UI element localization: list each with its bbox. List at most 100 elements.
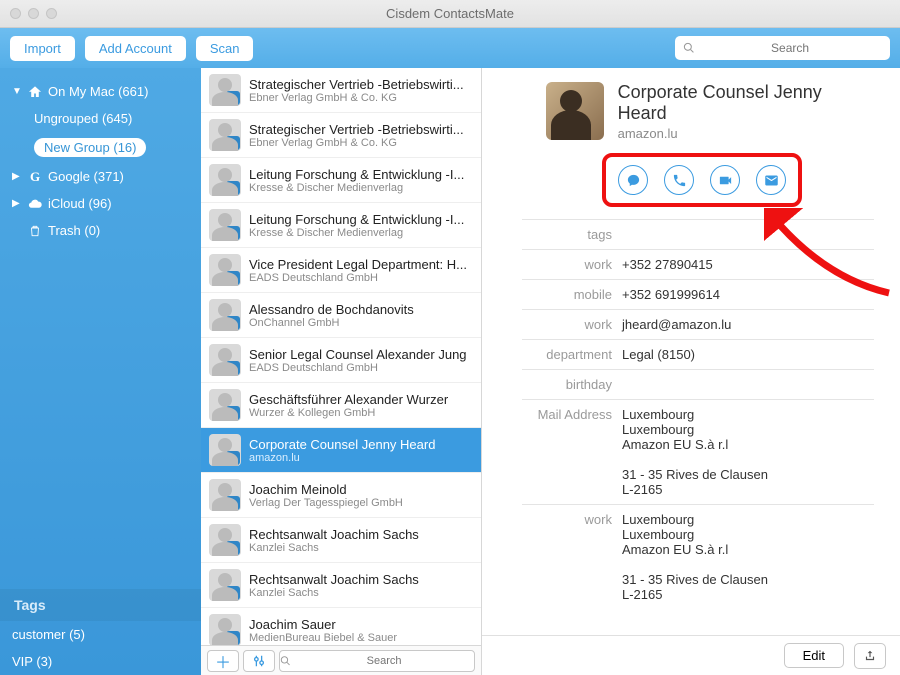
contact-photo[interactable]: [546, 82, 604, 140]
list-item-sub: Ebner Verlag GmbH & Co. KG: [249, 137, 464, 149]
list-item-name: Strategischer Vertrieb -Betriebswirti...: [249, 77, 464, 92]
share-button[interactable]: [854, 643, 886, 669]
avatar: [209, 479, 241, 511]
trash-icon: [28, 224, 42, 238]
tags-section-title: Tags: [0, 589, 201, 621]
sidebar-source-0-child-1[interactable]: New Group (16): [0, 132, 201, 163]
list-item-sub: Verlag Der Tagesspiegel GmbH: [249, 497, 403, 509]
call-button[interactable]: [664, 165, 694, 195]
list-item[interactable]: Vice President Legal Department: H...EAD…: [201, 248, 481, 293]
search-field-bottom[interactable]: [279, 650, 475, 672]
source-home-badge-icon: [226, 91, 240, 105]
field-label: work: [492, 317, 622, 332]
sidebar-source-3[interactable]: Trash (0): [0, 217, 201, 244]
list-item[interactable]: Rechtsanwalt Joachim SachsKanzlei Sachs: [201, 563, 481, 608]
list-item-name: Rechtsanwalt Joachim Sachs: [249, 572, 419, 587]
avatar: [209, 299, 241, 331]
source-home-badge-icon: [226, 631, 240, 645]
list-item-name: Leitung Forschung & Entwicklung -I...: [249, 212, 464, 227]
detail-field-3: workjheard@amazon.lu: [492, 312, 874, 337]
list-item[interactable]: Geschäftsführer Alexander WurzerWurzer &…: [201, 383, 481, 428]
detail-field-5: birthday: [492, 372, 874, 397]
scan-button[interactable]: Scan: [196, 36, 254, 61]
list-item[interactable]: Leitung Forschung & Entwicklung -I...Kre…: [201, 203, 481, 248]
list-item[interactable]: Strategischer Vertrieb -Betriebswirti...…: [201, 113, 481, 158]
list-item-sub: EADS Deutschland GmbH: [249, 362, 467, 374]
import-button[interactable]: Import: [10, 36, 75, 61]
search-field-top[interactable]: [675, 36, 890, 60]
source-home-badge-icon: [226, 316, 240, 330]
sidebar-source-0[interactable]: ▼ On My Mac (661): [0, 78, 201, 105]
search-icon: [280, 655, 290, 666]
search-input-bottom[interactable]: [294, 655, 474, 667]
avatar: [209, 524, 241, 556]
sidebar: ▼ On My Mac (661) Ungrouped (645) New Group…: [0, 68, 201, 675]
add-contact-button[interactable]: ＋: [207, 650, 239, 672]
sidebar-item-label: New Group (16): [34, 138, 146, 157]
list-item[interactable]: Joachim MeinoldVerlag Der Tagesspiegel G…: [201, 473, 481, 518]
sidebar-item-label: Ungrouped (645): [34, 111, 132, 126]
sidebar-item-label: Google (371): [48, 169, 124, 184]
message-button[interactable]: [618, 165, 648, 195]
list-item-name: Alessandro de Bochdanovits: [249, 302, 414, 317]
field-label: mobile: [492, 287, 622, 302]
list-item-name: Geschäftsführer Alexander Wurzer: [249, 392, 448, 407]
search-icon: [683, 42, 694, 54]
list-item[interactable]: Joachim SauerMedienBureau Biebel & Sauer: [201, 608, 481, 645]
sidebar-item-label: On My Mac (661): [48, 84, 148, 99]
source-home-badge-icon: [226, 136, 240, 150]
list-item[interactable]: Senior Legal Counsel Alexander JungEADS …: [201, 338, 481, 383]
sidebar-source-2[interactable]: ▶ iCloud (96): [0, 190, 201, 217]
avatar: [209, 74, 241, 106]
source-home-badge-icon: [226, 226, 240, 240]
field-value: +352 27890415: [622, 257, 713, 272]
home-icon: [28, 85, 42, 99]
google-icon: G: [28, 170, 42, 184]
detail-field-0: tags: [492, 222, 874, 247]
list-item-sub: EADS Deutschland GmbH: [249, 272, 467, 284]
avatar: [209, 434, 241, 466]
add-account-button[interactable]: Add Account: [85, 36, 186, 61]
field-label: department: [492, 347, 622, 362]
list-item[interactable]: Alessandro de BochdanovitsOnChannel GmbH: [201, 293, 481, 338]
app-title: Cisdem ContactsMate: [0, 6, 900, 21]
source-home-badge-icon: [226, 271, 240, 285]
contact-detail: Corporate Counsel Jenny Heard amazon.lu …: [482, 68, 900, 675]
detail-field-7: workLuxembourg Luxembourg Amazon EU S.à …: [492, 507, 874, 607]
sidebar-tag-1[interactable]: VIP (3): [0, 648, 201, 675]
list-item-sub: amazon.lu: [249, 452, 435, 464]
sidebar-source-0-child-0[interactable]: Ungrouped (645): [0, 105, 201, 132]
list-item-name: Joachim Sauer: [249, 617, 397, 632]
email-button[interactable]: [756, 165, 786, 195]
list-item-sub: MedienBureau Biebel & Sauer: [249, 632, 397, 644]
contact-company: amazon.lu: [618, 126, 874, 141]
field-label: Mail Address: [492, 407, 622, 422]
list-item[interactable]: Corporate Counsel Jenny Heardamazon.lu: [201, 428, 481, 473]
list-item[interactable]: Rechtsanwalt Joachim SachsKanzlei Sachs: [201, 518, 481, 563]
avatar: [209, 209, 241, 241]
disclosure-icon: ▼: [12, 86, 22, 97]
settings-sliders-button[interactable]: [243, 650, 275, 672]
detail-field-1: work+352 27890415: [492, 252, 874, 277]
video-icon: [718, 173, 733, 188]
sidebar-tag-0[interactable]: customer (5): [0, 621, 201, 648]
detail-field-2: mobile+352 691999614: [492, 282, 874, 307]
detail-bottom-bar: Edit: [482, 635, 900, 675]
search-input-top[interactable]: [698, 41, 882, 55]
source-home-badge-icon: [226, 406, 240, 420]
list-item[interactable]: Strategischer Vertrieb -Betriebswirti...…: [201, 68, 481, 113]
disclosure-icon: ▶: [12, 198, 22, 209]
list-item-name: Vice President Legal Department: H...: [249, 257, 467, 272]
sidebar-source-1[interactable]: ▶ G Google (371): [0, 163, 201, 190]
video-button[interactable]: [710, 165, 740, 195]
field-label: work: [492, 512, 622, 527]
list-item[interactable]: Leitung Forschung & Entwicklung -I...Kre…: [201, 158, 481, 203]
sidebar-item-label: iCloud (96): [48, 196, 112, 211]
source-home-badge-icon: [226, 541, 240, 555]
field-value: Luxembourg Luxembourg Amazon EU S.à r.l …: [622, 407, 768, 497]
list-item-name: Rechtsanwalt Joachim Sachs: [249, 527, 419, 542]
edit-button[interactable]: Edit: [784, 643, 844, 668]
avatar: [209, 569, 241, 601]
disclosure-icon: ▶: [12, 171, 22, 182]
source-home-badge-icon: [226, 181, 240, 195]
